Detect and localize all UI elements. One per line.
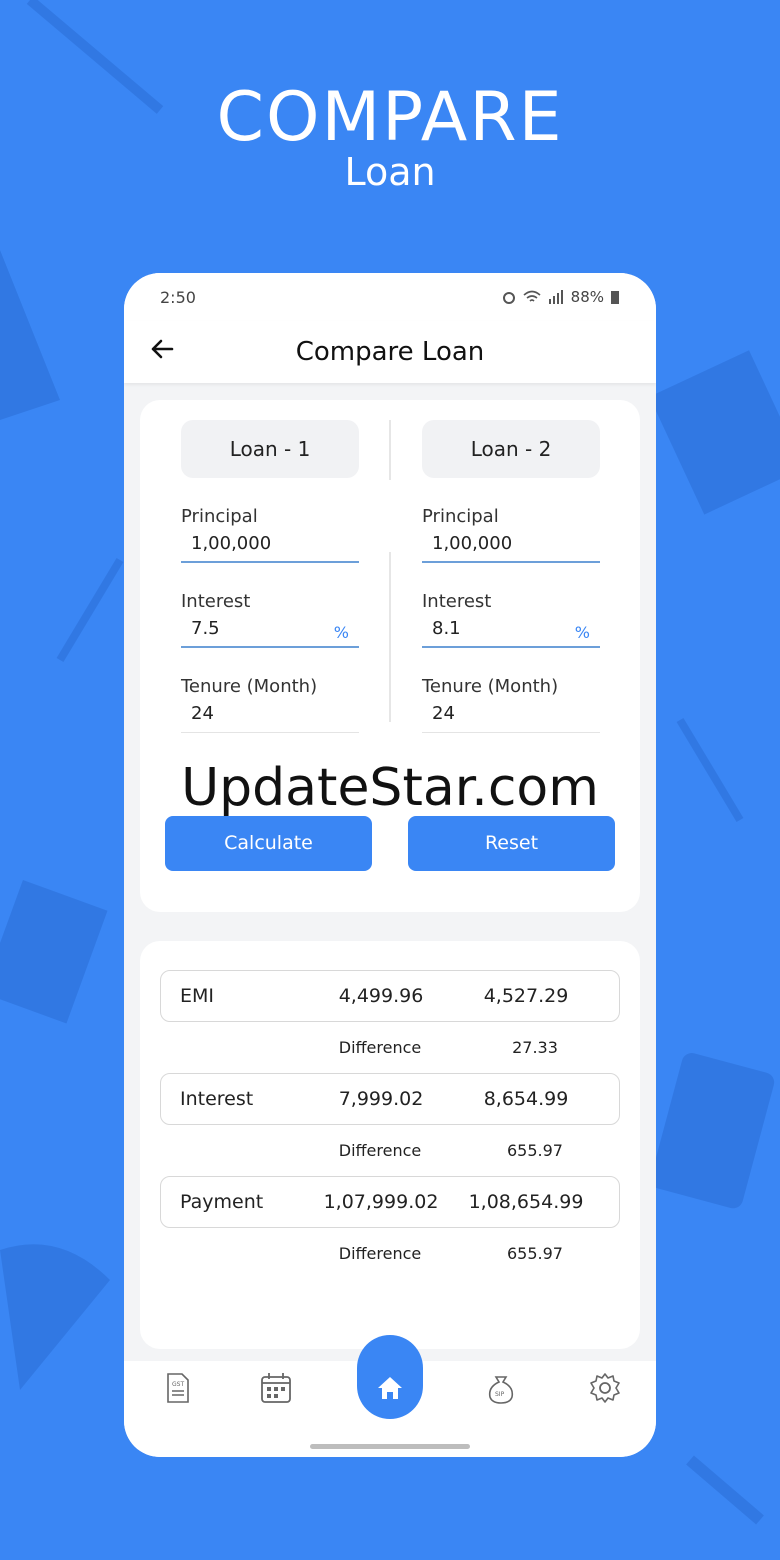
back-arrow-icon[interactable] (146, 333, 178, 365)
difference-label: Difference (338, 1244, 422, 1263)
hero-title: COMPARE (216, 78, 564, 157)
interest-field-1: Interest 7.5 % (181, 591, 359, 648)
hero-subtitle: Loan (344, 150, 436, 194)
result-loan-2: 1,08,654.99 (468, 1191, 584, 1213)
results-card: EMI 4,499.96 4,527.29 Difference 27.33 I… (140, 941, 640, 1349)
home-indicator (310, 1444, 470, 1449)
loan-1-column: Loan - 1 Principal 1,00,000 Interest 7.5… (181, 400, 359, 733)
wifi-icon (523, 290, 541, 302)
interest-value-2: 8.1 (432, 618, 461, 639)
phone-frame: 2:50 88% Compare Loan Loan - 1 Principal… (124, 273, 656, 1457)
principal-field-2: Principal 1,00,000 (422, 506, 600, 563)
difference-row-interest: Difference 655.97 (160, 1137, 620, 1167)
reset-button[interactable]: Reset (408, 816, 615, 871)
status-bar: 2:50 88% (124, 273, 656, 321)
home-button[interactable] (357, 1335, 423, 1419)
principal-field-1: Principal 1,00,000 (181, 506, 359, 563)
battery-percent: 88% (570, 288, 604, 306)
settings-icon[interactable] (588, 1371, 622, 1405)
sip-icon[interactable]: SIP (484, 1371, 518, 1405)
result-loan-1: 7,999.02 (338, 1088, 424, 1110)
calculate-button[interactable]: Calculate (165, 816, 372, 871)
result-row-payment: Payment 1,07,999.02 1,08,654.99 (160, 1176, 620, 1228)
gst-icon[interactable]: GST (160, 1371, 194, 1405)
result-loan-2: 8,654.99 (483, 1088, 569, 1110)
result-row-interest: Interest 7,999.02 8,654.99 (160, 1073, 620, 1125)
tenure-label: Tenure (Month) (181, 676, 318, 697)
sip-text: SIP (495, 1391, 505, 1398)
gst-text: GST (172, 1381, 184, 1388)
principal-input-1[interactable]: 1,00,000 (181, 531, 359, 563)
battery-icon (611, 291, 619, 304)
result-loan-1: 1,07,999.02 (323, 1191, 439, 1213)
loan-2-column: Loan - 2 Principal 1,00,000 Interest 8.1… (422, 400, 600, 733)
home-icon (378, 1377, 402, 1399)
interest-input-1[interactable]: 7.5 % (181, 616, 359, 648)
interest-field-2: Interest 8.1 % (422, 591, 600, 648)
percent-suffix: % (333, 623, 349, 642)
difference-row-payment: Difference 655.97 (160, 1240, 620, 1270)
watermark-text: UpdateStar.com (181, 758, 599, 818)
tenure-input-2[interactable]: 24 (422, 701, 600, 733)
principal-input-2[interactable]: 1,00,000 (422, 531, 600, 563)
result-loan-1: 4,499.96 (338, 985, 424, 1007)
tenure-label: Tenure (Month) (422, 676, 559, 697)
tab-loan-2[interactable]: Loan - 2 (422, 420, 600, 478)
tenure-field-1: Tenure (Month) 24 (181, 676, 359, 733)
difference-label: Difference (338, 1038, 422, 1057)
result-label: EMI (180, 985, 215, 1007)
tab-loan-1[interactable]: Loan - 1 (181, 420, 359, 478)
result-label: Interest (180, 1088, 254, 1110)
tenure-input-1[interactable]: 24 (181, 701, 359, 733)
calendar-icon[interactable] (259, 1371, 293, 1405)
alarm-icon (502, 292, 515, 304)
page-title: Compare Loan (295, 337, 485, 367)
column-divider (389, 552, 391, 722)
column-divider (389, 420, 391, 480)
difference-value: 27.33 (512, 1038, 558, 1057)
difference-label: Difference (338, 1141, 422, 1160)
result-row-emi: EMI 4,499.96 4,527.29 (160, 970, 620, 1022)
difference-row-emi: Difference 27.33 (160, 1034, 620, 1064)
signal-icon (548, 290, 563, 304)
interest-label: Interest (422, 591, 492, 612)
principal-label: Principal (422, 506, 499, 527)
result-loan-2: 4,527.29 (483, 985, 569, 1007)
principal-label: Principal (181, 506, 258, 527)
tenure-field-2: Tenure (Month) 24 (422, 676, 600, 733)
status-icons: 88% (501, 288, 620, 306)
result-label: Payment (180, 1191, 264, 1213)
app-bar: Compare Loan (124, 321, 656, 383)
difference-value: 655.97 (507, 1244, 563, 1263)
interest-value-1: 7.5 (191, 618, 220, 639)
loan-inputs-card: Loan - 1 Principal 1,00,000 Interest 7.5… (140, 400, 640, 912)
difference-value: 655.97 (507, 1141, 563, 1160)
percent-suffix: % (574, 623, 590, 642)
interest-input-2[interactable]: 8.1 % (422, 616, 600, 648)
interest-label: Interest (181, 591, 251, 612)
status-time: 2:50 (160, 287, 196, 307)
